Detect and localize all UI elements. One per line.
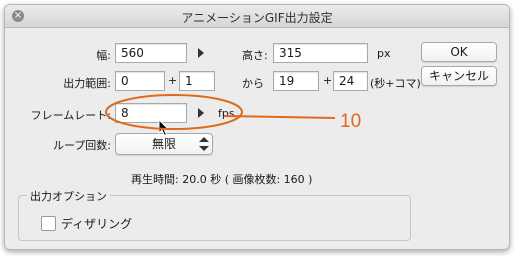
from-label: から	[242, 77, 264, 90]
loop-count-value: 無限	[151, 137, 176, 151]
output-options-title: 出力オプション	[27, 188, 110, 204]
frame-rate-label: フレームレート:	[30, 109, 111, 122]
range-start-sec-input[interactable]: 0	[115, 71, 165, 91]
playback-info: 再生時間: 20.0 秒 ( 画像枚数: 160 )	[131, 173, 313, 186]
plus-sign: +	[323, 74, 333, 87]
cancel-button[interactable]: キャンセル	[421, 66, 497, 86]
annotation-number: 10	[340, 111, 362, 132]
mouse-cursor-icon	[158, 119, 170, 137]
range-end-frame-input[interactable]: 24	[333, 71, 368, 91]
ok-button[interactable]: OK	[421, 42, 497, 62]
height-label: 高さ:	[242, 49, 268, 62]
plus-sign: +	[168, 74, 178, 87]
range-end-sec-input[interactable]: 19	[273, 71, 319, 91]
gif-export-dialog: × アニメーションGIF出力設定 幅: 560 高さ: 315 px 出力範囲:…	[4, 4, 510, 250]
range-label: 出力範囲:	[63, 77, 111, 90]
dither-checkbox[interactable]	[41, 216, 56, 231]
dialog-title: アニメーションGIF出力設定	[181, 11, 333, 25]
size-unit: px	[377, 47, 391, 60]
frame-rate-input[interactable]: 8	[115, 103, 187, 123]
range-unit: (秒+コマ)	[370, 77, 421, 90]
output-options-group: 出力オプション ディザリング	[18, 188, 411, 241]
frame-rate-unit: fps	[218, 107, 235, 120]
title-bar: × アニメーションGIF出力設定	[5, 5, 509, 28]
stepper-arrows-icon	[199, 137, 209, 151]
width-label: 幅:	[96, 49, 111, 62]
width-arrow-icon[interactable]	[198, 48, 204, 58]
range-start-frame-input[interactable]: 1	[179, 71, 215, 91]
width-input[interactable]: 560	[115, 43, 187, 63]
dither-label[interactable]: ディザリング	[61, 215, 132, 232]
height-input[interactable]: 315	[273, 43, 368, 63]
loop-count-label: ループ回数:	[52, 139, 111, 152]
frame-rate-arrow-icon[interactable]	[198, 108, 204, 118]
